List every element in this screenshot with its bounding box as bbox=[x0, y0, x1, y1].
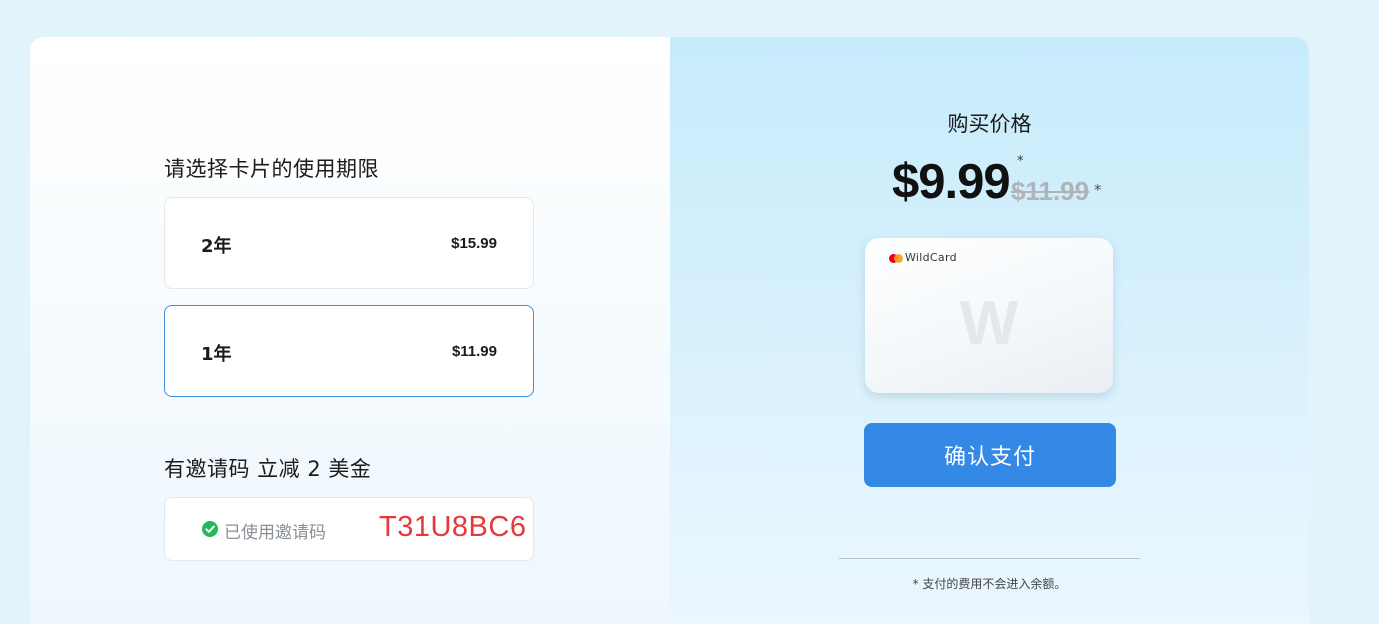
card-brand-name: WildCard bbox=[905, 251, 957, 264]
invite-code-value: T31U8BC6 bbox=[379, 511, 527, 543]
plan-option-label: 2年 bbox=[201, 236, 232, 257]
options-column: 请选择卡片的使用期限 2年 $15.99 1年 $11.99 有邀请码 立减 2… bbox=[30, 37, 670, 624]
checkout-panel: 请选择卡片的使用期限 2年 $15.99 1年 $11.99 有邀请码 立减 2… bbox=[30, 37, 1309, 624]
plan-option-label: 1年 bbox=[201, 344, 232, 365]
original-price: $11.99 bbox=[1011, 176, 1090, 206]
check-circle-icon bbox=[202, 521, 218, 537]
mastercard-logo-icon bbox=[889, 254, 903, 263]
card-watermark: W bbox=[959, 289, 1019, 358]
current-price: $9.99 bbox=[892, 155, 1011, 209]
original-price-footnote-marker: * bbox=[1094, 181, 1102, 199]
invite-code-field[interactable]: 已使用邀请码 T31U8BC6 bbox=[164, 497, 534, 561]
purchase-price-title: 购买价格 bbox=[947, 112, 1032, 136]
product-card-image: WildCard W bbox=[865, 238, 1113, 393]
plan-option-price: $11.99 bbox=[451, 343, 497, 360]
price-display: $9.99 * $11.99 * bbox=[892, 154, 1152, 214]
divider bbox=[839, 558, 1140, 559]
plan-option-price: $15.99 bbox=[451, 235, 497, 252]
summary-column: 购买价格 $9.99 * $11.99 * WildCard W 确认支付 * … bbox=[670, 37, 1309, 624]
invite-status-text: 已使用邀请码 bbox=[224, 523, 326, 543]
payment-footnote: * 支付的费用不会进入余额。 bbox=[912, 577, 1067, 591]
confirm-pay-button[interactable]: 确认支付 bbox=[864, 423, 1116, 487]
plan-section-title: 请选择卡片的使用期限 bbox=[164, 157, 379, 181]
plan-option-1-year[interactable]: 1年 $11.99 bbox=[164, 305, 534, 397]
plan-option-2-years[interactable]: 2年 $15.99 bbox=[164, 197, 534, 289]
invite-section-title: 有邀请码 立减 2 美金 bbox=[164, 457, 372, 481]
current-price-footnote-marker: * bbox=[1017, 154, 1024, 169]
